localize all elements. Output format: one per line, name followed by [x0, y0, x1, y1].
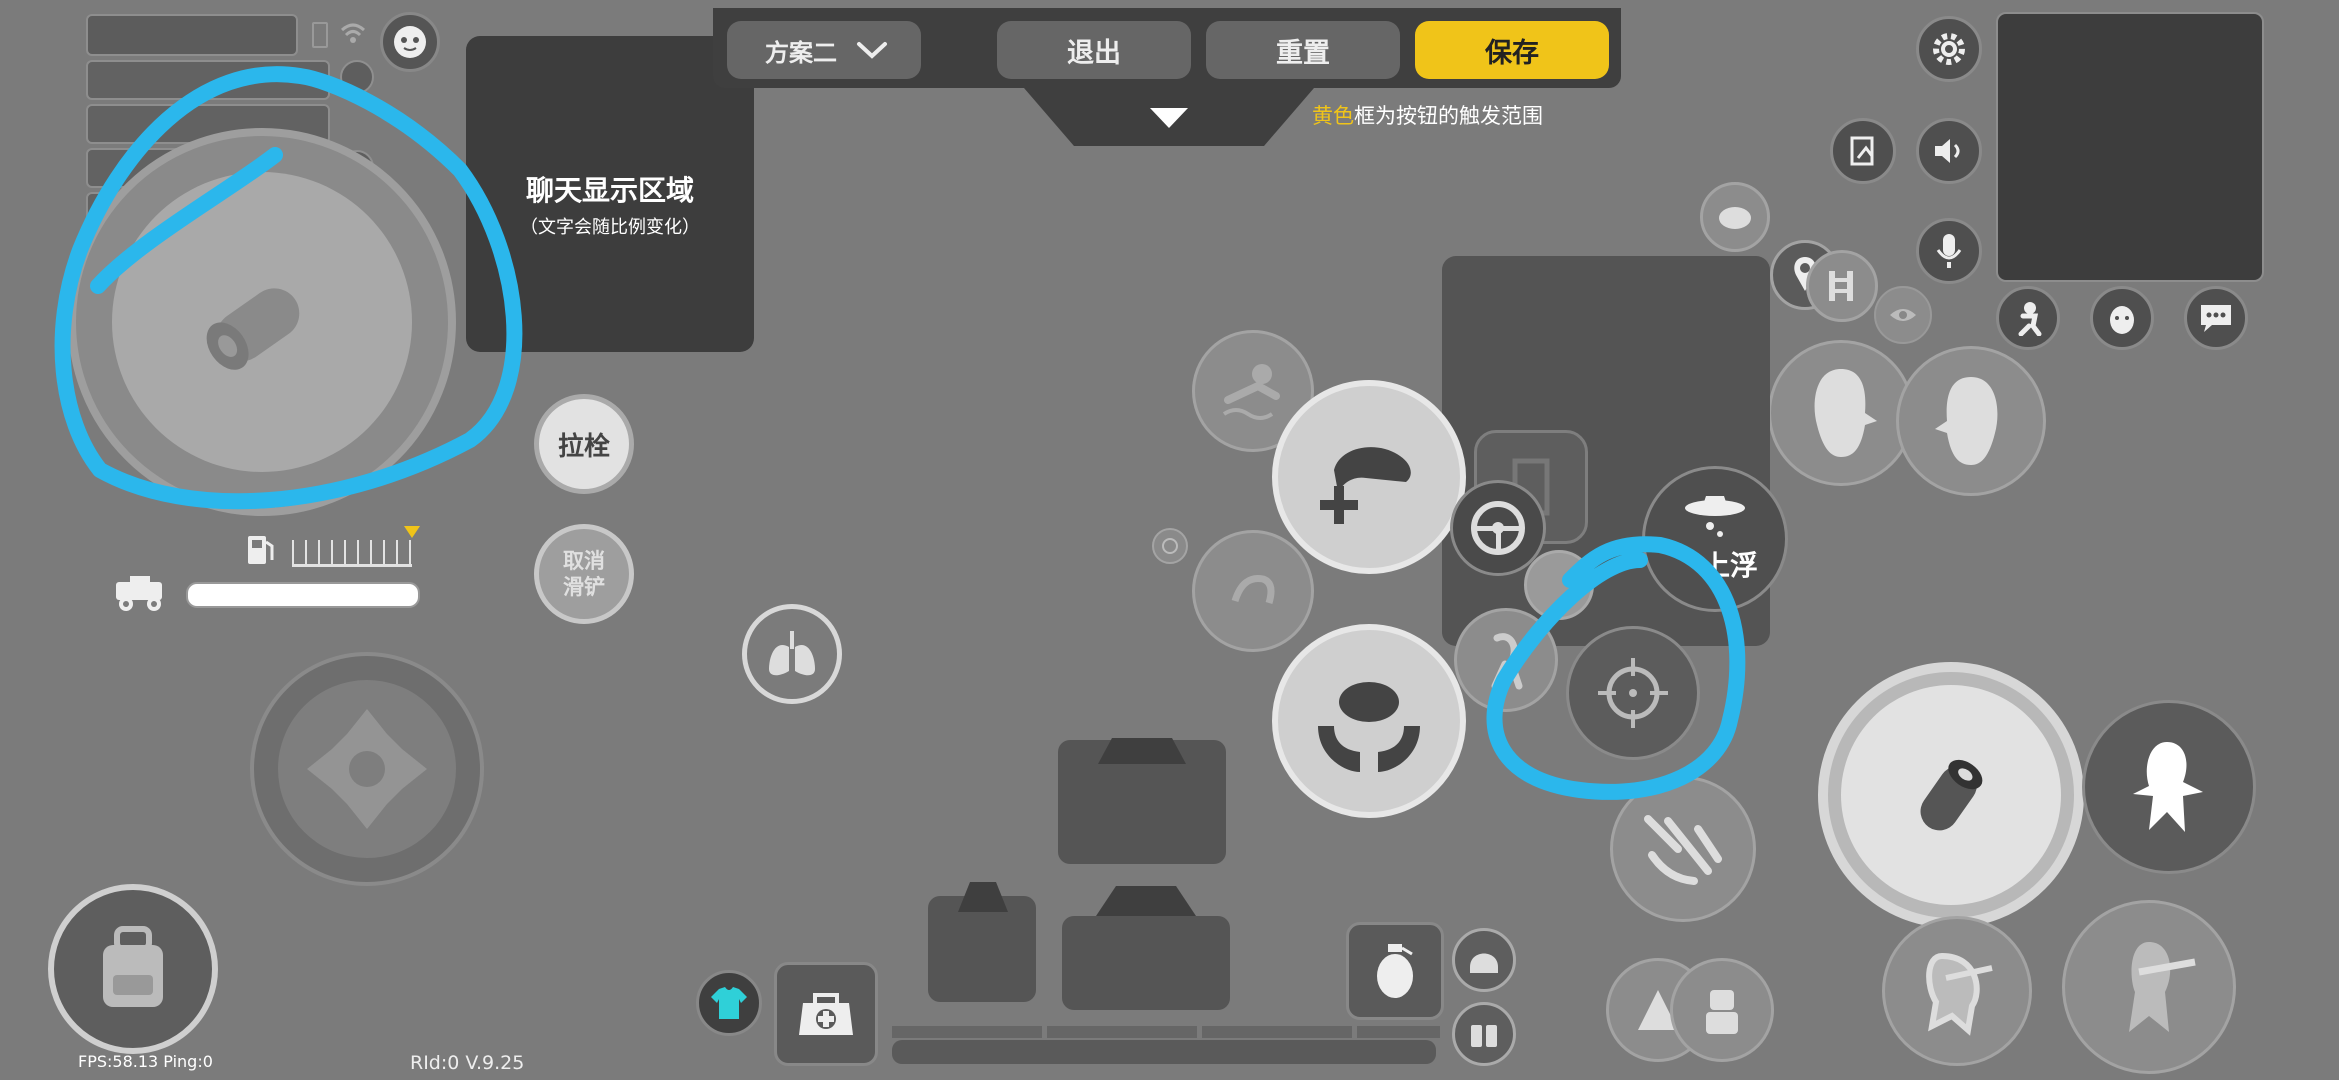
- annotation-loop-left: [54, 66, 1746, 800]
